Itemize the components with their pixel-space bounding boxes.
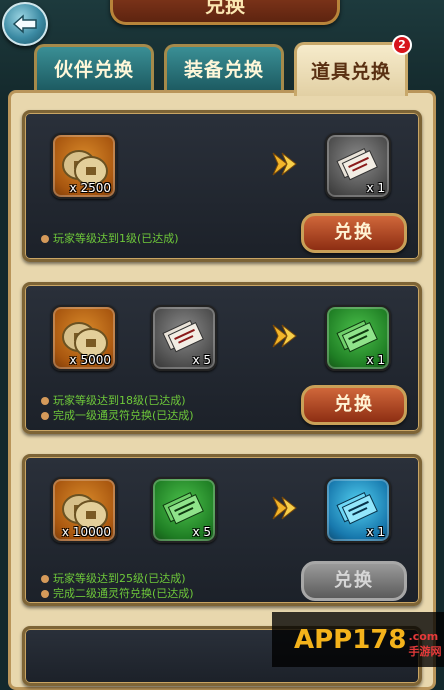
quantity-label: x 5 — [192, 353, 211, 367]
exchange-card: x 10000 x 5 x 1 玩家等级达到25级(已达成) 完成二级通灵符兑换… — [22, 454, 422, 606]
quantity-label: x 1 — [366, 525, 385, 539]
bullet-icon — [41, 575, 49, 583]
quantity-label: x 5 — [192, 525, 211, 539]
coin-icon: x 2500 — [51, 133, 117, 199]
quantity-label: x 10000 — [61, 525, 111, 539]
back-arrow-icon — [12, 14, 37, 34]
exchange-card: x 2500 x 1 玩家等级达到1级(已达成) 兑换 — [22, 110, 422, 262]
arrow-right-icon — [272, 152, 297, 176]
coin-icon: x 5000 — [51, 305, 117, 371]
requirement-list: 玩家等级达到25级(已达成) 完成二级通灵符兑换(已达成) — [41, 571, 194, 601]
bullet-icon — [41, 397, 49, 405]
green-talisman-icon: x 5 — [151, 477, 217, 543]
back-button[interactable] — [2, 2, 48, 46]
bullet-icon — [41, 590, 49, 598]
requirement-item: 玩家等级达到1级(已达成) — [41, 231, 179, 246]
green-talisman-icon: x 1 — [325, 305, 391, 371]
exchange-button[interactable]: 兑换 — [301, 385, 407, 425]
notification-badge: 2 — [392, 35, 412, 55]
gray-talisman-icon: x 1 — [325, 133, 391, 199]
tab-label: 道具兑换 — [310, 61, 391, 83]
exchange-card: x 5000 x 5 x 1 玩家等级达到18级(已达成) 完成一级通灵符兑换(… — [22, 282, 422, 434]
tab-label: 伙伴兑换 — [53, 59, 134, 81]
quantity-label: x 1 — [366, 353, 385, 367]
requirement-item: 玩家等级达到18级(已达成) — [41, 393, 194, 408]
exchange-button[interactable]: 兑换 — [301, 213, 407, 253]
requirement-item: 完成一级通灵符兑换(已达成) — [41, 408, 194, 423]
arrow-right-icon — [272, 496, 297, 520]
quantity-label: x 2500 — [69, 181, 111, 195]
tab-partner-exchange[interactable]: 伙伴兑换 — [34, 44, 154, 90]
bullet-icon — [41, 412, 49, 420]
tab-item-exchange[interactable]: 道具兑换 — [294, 42, 408, 96]
requirement-list: 玩家等级达到1级(已达成) — [41, 231, 179, 246]
watermark-logo: APP178 .com手游网 — [272, 612, 444, 667]
exchange-button-disabled: 兑换 — [301, 561, 407, 601]
tab-label: 装备兑换 — [183, 59, 264, 81]
requirement-item: 玩家等级达到25级(已达成) — [41, 571, 194, 586]
bullet-icon — [41, 235, 49, 243]
requirement-list: 玩家等级达到18级(已达成) 完成一级通灵符兑换(已达成) — [41, 393, 194, 423]
quantity-label: x 5000 — [69, 353, 111, 367]
coin-icon: x 10000 — [51, 477, 117, 543]
blue-talisman-icon: x 1 — [325, 477, 391, 543]
quantity-label: x 1 — [366, 181, 385, 195]
tab-equipment-exchange[interactable]: 装备兑换 — [164, 44, 284, 90]
watermark-subtext: .com手游网 — [408, 630, 442, 658]
gray-talisman-icon: x 5 — [151, 305, 217, 371]
page-title: 兑换 — [110, 0, 340, 25]
requirement-item: 完成二级通灵符兑换(已达成) — [41, 586, 194, 601]
watermark-text: APP178 — [294, 624, 407, 655]
arrow-right-icon — [272, 324, 297, 348]
